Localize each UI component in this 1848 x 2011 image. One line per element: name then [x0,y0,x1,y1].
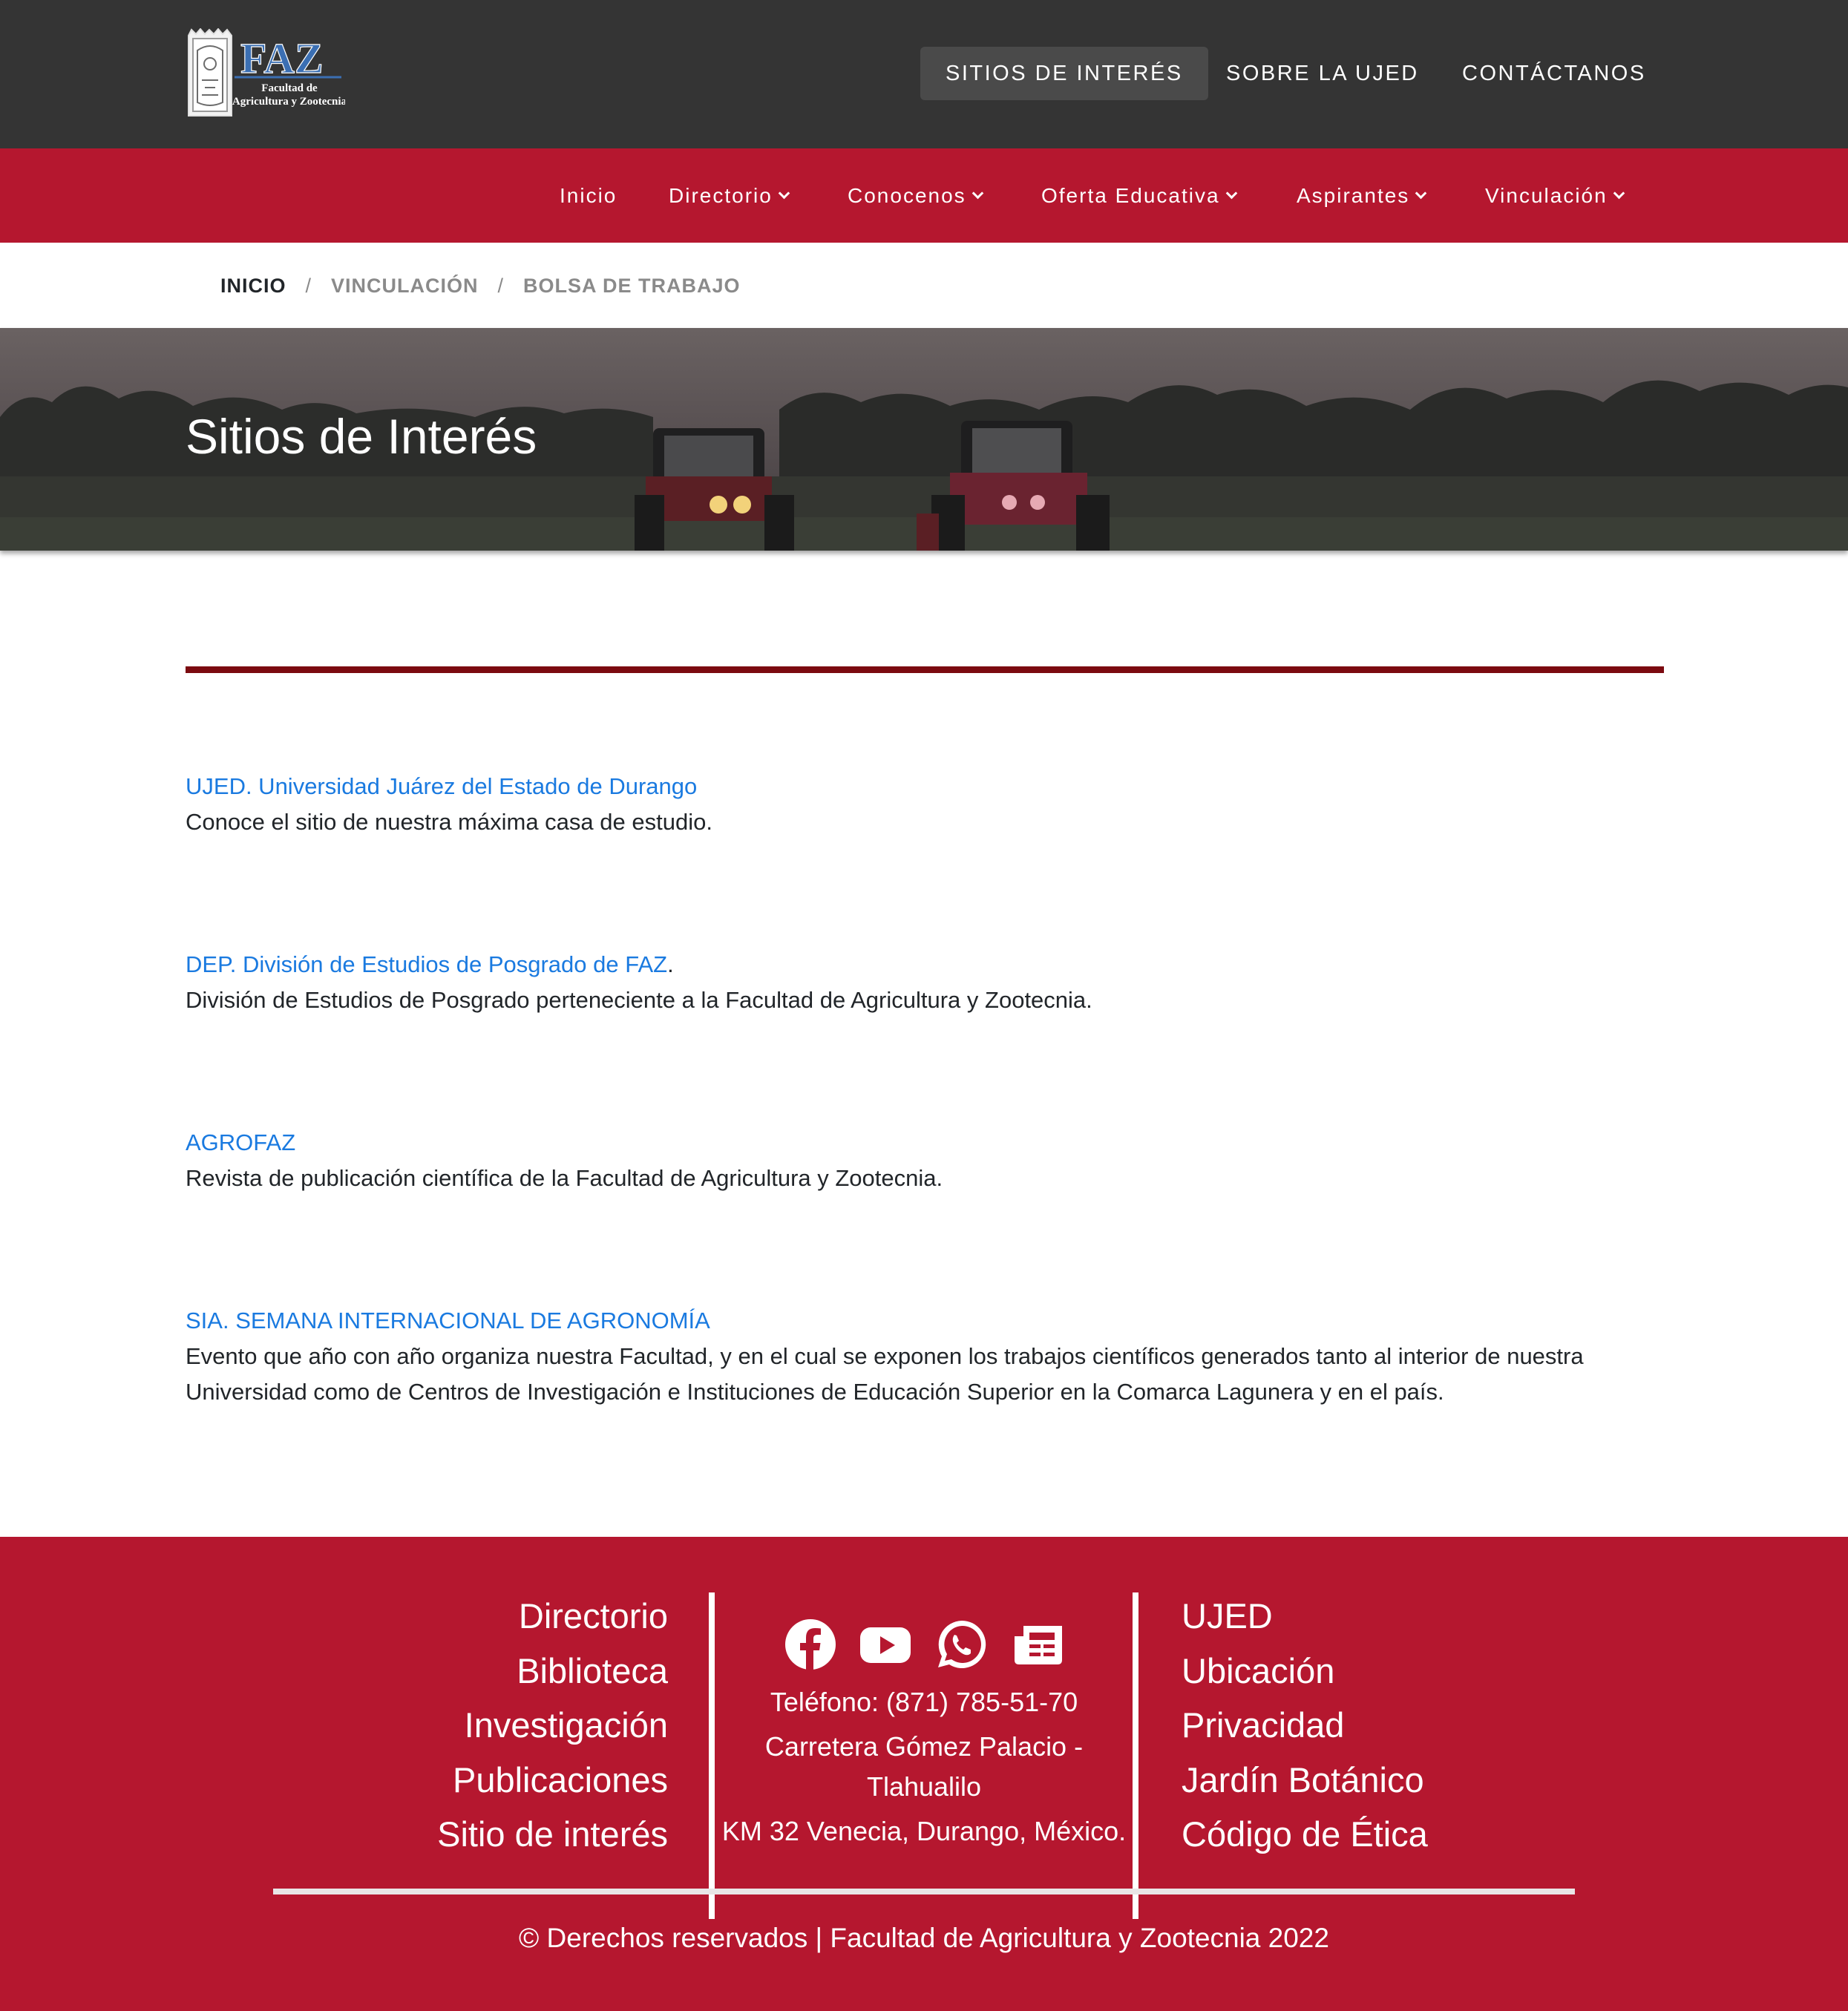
chevron-down-icon [778,187,790,200]
nav-inicio[interactable]: Inicio [560,148,617,243]
site-entry-ujed: UJED. Universidad Juárez del Estado de D… [186,769,712,840]
footer-link-ujed[interactable]: UJED [1182,1589,1428,1644]
footer-address: Tlahualilo [866,1771,982,1802]
chevron-down-icon [1415,187,1427,200]
facebook-icon[interactable] [784,1618,836,1670]
svg-text:Agricultura y Zootecnia: Agricultura y Zootecnia [232,96,345,108]
site-entry-dep: DEP. División de Estudios de Posgrado de… [186,947,1092,1018]
footer-address: Carretera Gómez Palacio - [764,1731,1084,1762]
top-nav-sitios-de-interes[interactable]: SITIOS DE INTERÉS [920,47,1208,100]
footer-link-codigo-de-etica[interactable]: Código de Ética [1182,1807,1428,1862]
site-description: Evento que año con año organiza nuestra … [186,1343,1584,1369]
site-description: División de Estudios de Posgrado pertene… [186,987,1092,1013]
page-title: Sitios de Interés [186,409,537,464]
site-link-ujed[interactable]: UJED. Universidad Juárez del Estado de D… [186,773,697,799]
footer-link-directorio[interactable]: Directorio [437,1589,668,1644]
social-icons [716,1618,1132,1678]
svg-text:FAZ: FAZ [240,34,324,82]
footer-link-jardin-botanico[interactable]: Jardín Botánico [1182,1753,1428,1808]
footer-phone: Teléfono: (871) 785-51-70 [770,1687,1078,1717]
breadcrumb-bolsa-de-trabajo: BOLSA DE TRABAJO [523,275,741,297]
nav-vinculacion[interactable]: Vinculación [1485,148,1625,243]
nav-oferta-educativa[interactable]: Oferta Educativa [1041,148,1237,243]
site-description: Revista de publicación científica de la … [186,1165,943,1191]
nav-aspirantes[interactable]: Aspirantes [1297,148,1427,243]
site-link-sia[interactable]: SIA. SEMANA INTERNACIONAL DE AGRONOMÍA [186,1308,710,1333]
footer-link-ubicacion[interactable]: Ubicación [1182,1644,1428,1699]
nav-directorio[interactable]: Directorio [669,148,790,243]
hero-banner: Sitios de Interés [0,328,1848,551]
chevron-down-icon [971,187,983,200]
footer-divider-right [1133,1592,1138,1919]
footer-links-left: Directorio Biblioteca Investigación Publ… [437,1589,668,1862]
footer-links-right: UJED Ubicación Privacidad Jardín Botánic… [1182,1589,1428,1862]
site-link-agrofaz[interactable]: AGROFAZ [186,1129,295,1155]
footer-rule [273,1889,1575,1894]
footer-link-investigacion[interactable]: Investigación [437,1698,668,1753]
footer-link-biblioteca[interactable]: Biblioteca [437,1644,668,1699]
svg-text:Facultad de: Facultad de [261,82,318,94]
breadcrumb-separator: / [497,275,505,297]
top-nav-sobre-la-ujed[interactable]: SOBRE LA UJED [1201,47,1444,100]
footer-address: KM 32 Venecia, Durango, México. [721,1816,1127,1846]
site-entry-agrofaz: AGROFAZ Revista de publicación científic… [186,1125,943,1196]
main-nav: Inicio Directorio Conocenos Oferta Educa… [0,148,1848,243]
breadcrumb-separator: / [305,275,312,297]
footer: Directorio Biblioteca Investigación Publ… [0,1537,1848,2011]
site-link-dep[interactable]: DEP. División de Estudios de Posgrado de… [186,951,667,977]
nav-conocenos[interactable]: Conocenos [848,148,983,243]
footer-divider-left [709,1592,715,1919]
top-nav-contactanos[interactable]: CONTÁCTANOS [1437,47,1671,100]
breadcrumb: INICIO / VINCULACIÓN / BOLSA DE TRABAJO [220,271,741,301]
chevron-down-icon [1613,187,1625,200]
site-description: Universidad como de Centros de Investiga… [186,1379,1444,1405]
site-description: Conoce el sitio de nuestra máxima casa d… [186,809,712,835]
news-icon[interactable] [1013,1618,1064,1670]
chevron-down-icon [1225,187,1237,200]
breadcrumb-vinculacion[interactable]: VINCULACIÓN [331,275,479,297]
footer-link-publicaciones[interactable]: Publicaciones [437,1753,668,1808]
breadcrumb-home[interactable]: INICIO [220,275,286,297]
site-link-suffix: . [667,951,674,977]
whatsapp-icon[interactable] [935,1618,989,1670]
footer-contact: Teléfono: (871) 785-51-70 Carretera Góme… [716,1618,1132,1851]
section-divider [186,666,1664,673]
faz-logo[interactable]: FAZ Facultad de Agricultura y Zootecnia [186,27,347,121]
top-header: FAZ Facultad de Agricultura y Zootecnia … [0,0,1848,148]
footer-link-sitio-de-interes[interactable]: Sitio de interés [437,1807,668,1862]
site-entry-sia: SIA. SEMANA INTERNACIONAL DE AGRONOMÍA E… [186,1303,1584,1410]
footer-link-privacidad[interactable]: Privacidad [1182,1698,1428,1753]
copyright: © Derechos reservados | Facultad de Agri… [519,1923,1329,1953]
youtube-icon[interactable] [859,1618,912,1670]
